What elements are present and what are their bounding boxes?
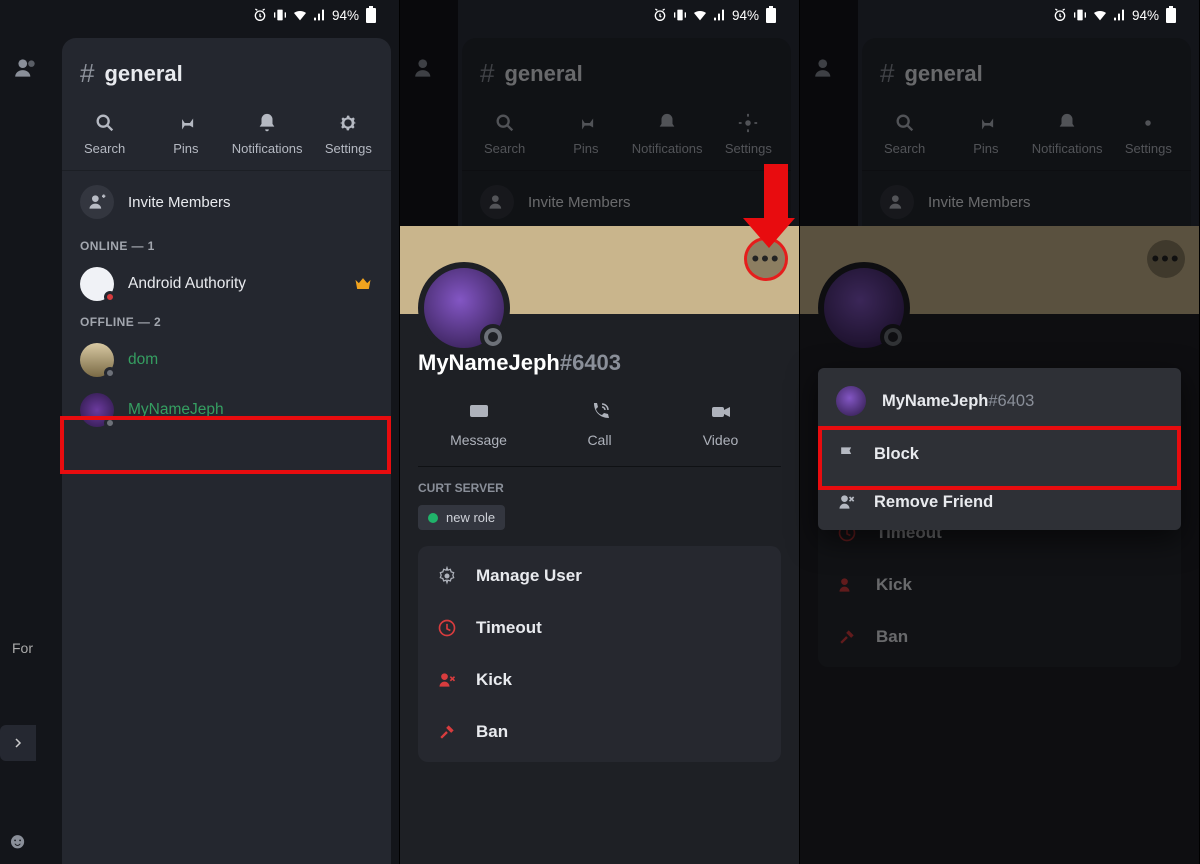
battery-percent: 94% (1132, 8, 1159, 23)
profile-avatar[interactable] (418, 262, 510, 354)
vibrate-icon (272, 7, 288, 23)
status-bar: 94% (232, 0, 399, 30)
context-popup: MyNameJeph#6403 Block Remove Friend (818, 368, 1181, 530)
message-button[interactable]: Message (418, 400, 539, 448)
chevron-right-icon[interactable] (0, 725, 36, 761)
bell-icon (255, 111, 279, 135)
flag-icon (836, 444, 858, 464)
signal-icon (712, 7, 728, 23)
pin-icon (174, 111, 198, 135)
hammer-icon (436, 722, 458, 742)
avatar (836, 386, 866, 416)
notifications-action[interactable]: Notifications (227, 111, 308, 156)
channel-title: # general (62, 50, 391, 105)
settings-action[interactable]: Settings (308, 111, 389, 156)
username: MyNameJeph#6403 (418, 350, 781, 376)
clock-icon (436, 618, 458, 638)
member-mynamejeph[interactable]: MyNameJeph (62, 385, 391, 435)
for-label: For (12, 640, 33, 656)
block-option[interactable]: Block (818, 430, 1181, 478)
avatar (80, 343, 114, 377)
kick-user[interactable]: Kick (418, 654, 781, 706)
channel-name: general (104, 61, 182, 87)
avatar (80, 267, 114, 301)
call-button[interactable]: Call (539, 400, 660, 448)
manage-user[interactable]: Manage User (418, 550, 781, 602)
moderation-card: Manage User Timeout Kick Ban (418, 546, 781, 762)
battery-icon (1163, 7, 1179, 23)
signal-icon (1112, 7, 1128, 23)
crown-icon (353, 274, 373, 294)
panel-profile: 94% #general Search Pins Notifications S… (400, 0, 800, 864)
emoji-icon[interactable]: ☻ (6, 828, 29, 854)
panel-context-menu: 94% #general Search Pins Notifications S… (800, 0, 1200, 864)
member-android-authority[interactable]: Android Authority (62, 259, 391, 309)
vibrate-icon (1072, 7, 1088, 23)
remove-friend-option[interactable]: Remove Friend (818, 478, 1181, 526)
signal-icon (312, 7, 328, 23)
hash-icon: # (80, 58, 94, 89)
kick-icon (436, 670, 458, 690)
invite-members[interactable]: Invite Members (62, 171, 391, 233)
battery-percent: 94% (732, 8, 759, 23)
panel-members-list: 94% For ☻ # general Search Pins Notifica… (0, 0, 400, 864)
wifi-icon (292, 7, 308, 23)
vibrate-icon (672, 7, 688, 23)
remove-person-icon (836, 492, 858, 512)
invite-label: Invite Members (128, 194, 231, 211)
avatar (80, 393, 114, 427)
battery-percent: 94% (332, 8, 359, 23)
battery-icon (763, 7, 779, 23)
member-dom[interactable]: dom (62, 335, 391, 385)
status-bar: 94% (1032, 0, 1199, 30)
alarm-icon (1052, 7, 1068, 23)
channel-panel: # general Search Pins Notifications Sett… (62, 38, 391, 864)
online-header: ONLINE — 1 (62, 233, 391, 259)
pins-action[interactable]: Pins (145, 111, 226, 156)
offline-header: OFFLINE — 2 (62, 309, 391, 335)
wifi-icon (1092, 7, 1108, 23)
battery-icon (363, 7, 379, 23)
status-bar: 94% (632, 0, 799, 30)
gear-icon (336, 111, 360, 135)
alarm-icon (652, 7, 668, 23)
timeout-user[interactable]: Timeout (418, 602, 781, 654)
server-rail: For ☻ (0, 0, 58, 864)
channel-actions: Search Pins Notifications Settings (62, 105, 391, 171)
gear-icon (436, 566, 458, 586)
comm-actions: Message Call Video (418, 392, 781, 467)
alarm-icon (252, 7, 268, 23)
video-button[interactable]: Video (660, 400, 781, 448)
wifi-icon (692, 7, 708, 23)
arrow-annotation (757, 164, 795, 248)
search-action[interactable]: Search (64, 111, 145, 156)
search-icon (93, 111, 117, 135)
popup-user[interactable]: MyNameJeph#6403 (818, 372, 1181, 430)
ban-user[interactable]: Ban (418, 706, 781, 758)
friends-icon[interactable] (13, 55, 39, 81)
server-label: CURT SERVER (418, 481, 781, 495)
add-person-icon (80, 185, 114, 219)
profile-sheet: ••• MyNameJeph#6403 Message Call Video C… (400, 226, 799, 864)
role-chip[interactable]: new role (418, 505, 505, 530)
